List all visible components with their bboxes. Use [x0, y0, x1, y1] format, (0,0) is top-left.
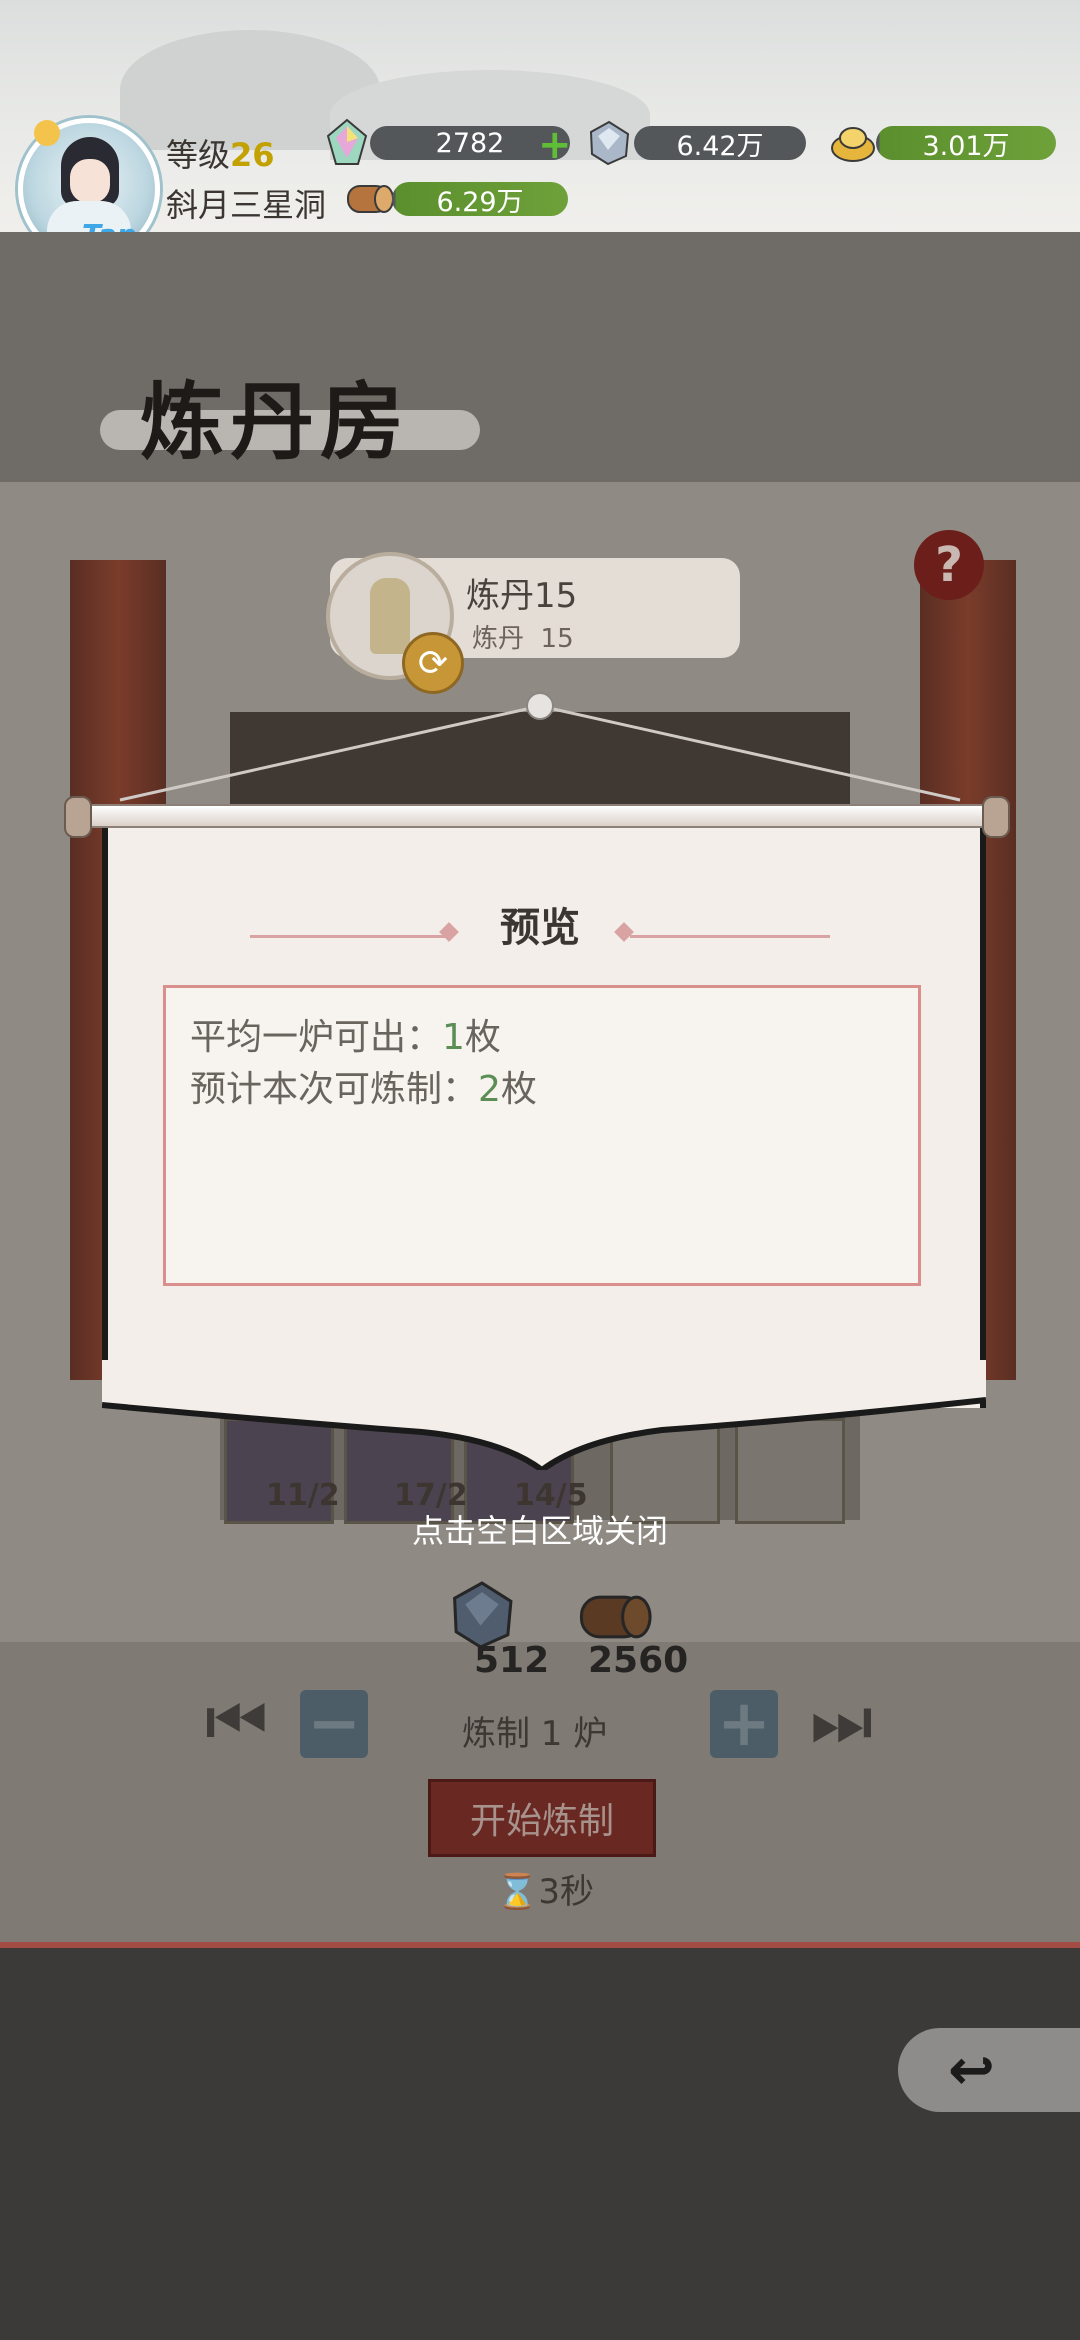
batch-count-label: 炼制 1 炉 [462, 1714, 608, 1754]
average-yield-line: 平均一炉可出：1枚 [190, 1008, 501, 1060]
skill-value: 15 [540, 624, 574, 654]
skill-label: 炼丹 [472, 624, 525, 654]
gold-value: 3.01万 [922, 130, 1010, 162]
resource-crystal[interactable]: 2782 + [326, 118, 574, 166]
scroll-bottom-edge [102, 1360, 986, 1470]
scroll-string [119, 692, 961, 802]
average-yield-label: 平均一炉可出： [190, 1017, 443, 1058]
refine-time: ⌛3秒 [496, 1864, 594, 1913]
cave-name: 斜月三星洞 [166, 186, 327, 224]
back-button[interactable]: ↩ [898, 2028, 1080, 2112]
crystal-value: 2782 [435, 127, 505, 159]
level-label: 等级 [166, 136, 231, 174]
wood-value: 6.29万 [436, 186, 524, 218]
decrease-batch-button[interactable]: − [300, 1687, 368, 1761]
disciple-skill: 炼丹 15 [472, 618, 574, 655]
sun-icon [34, 120, 60, 146]
hourglass-icon: ⌛ [496, 1872, 539, 1912]
gold-ingot-icon [831, 127, 875, 162]
add-crystal-button[interactable]: + [538, 125, 572, 165]
scroll-rod [72, 804, 1008, 828]
gold-amount: 3.01万 [876, 126, 1056, 162]
expected-yield-line: 预计本次可炼制：2枚 [190, 1060, 537, 1112]
bottom-background [0, 1948, 1080, 2340]
time-value: 3秒 [538, 1872, 594, 1912]
average-yield-unit: 枚 [464, 1017, 501, 1058]
help-button[interactable]: ? [914, 530, 984, 600]
cost-stone: 512 [474, 1640, 550, 1681]
resource-spirit-stone[interactable]: 6.42万 [588, 120, 808, 166]
spirit-stone-amount: 6.42万 [634, 126, 806, 162]
start-refining-button[interactable]: 开始炼制 [428, 1779, 656, 1857]
resource-gold[interactable]: 3.01万 [830, 120, 1060, 166]
level-display: 等级26 [166, 130, 275, 176]
cost-wood: 2560 [588, 1640, 689, 1681]
swap-disciple-icon[interactable]: ⟳ [402, 632, 464, 694]
disciple-name: 炼丹15 [466, 576, 578, 616]
room-title: 炼丹房 [140, 372, 411, 471]
wood-amount: 6.29万 [392, 182, 568, 218]
scroll-rod-end [982, 796, 1010, 838]
spirit-stone-value: 6.42万 [676, 130, 764, 162]
expected-yield-label: 预计本次可炼制： [190, 1069, 479, 1110]
expected-yield-value: 2 [478, 1069, 501, 1110]
wood-log-icon [347, 185, 394, 213]
expected-yield-unit: 枚 [500, 1069, 537, 1110]
increase-batch-button[interactable]: + [710, 1687, 778, 1761]
resource-wood[interactable]: 6.29万 [344, 176, 570, 222]
min-batch-button[interactable]: ⏮ [205, 1680, 268, 1763]
level-value: 26 [230, 136, 275, 174]
rainbow-crystal-icon [326, 118, 368, 165]
modal-title: 预览 [500, 905, 580, 951]
scroll-rod-end [64, 796, 92, 838]
average-yield-value: 1 [442, 1017, 465, 1058]
max-batch-button[interactable]: ⏭ [810, 1680, 873, 1763]
close-hint[interactable]: 点击空白区域关闭 [0, 1506, 1080, 1552]
spirit-stone-icon [589, 120, 630, 166]
